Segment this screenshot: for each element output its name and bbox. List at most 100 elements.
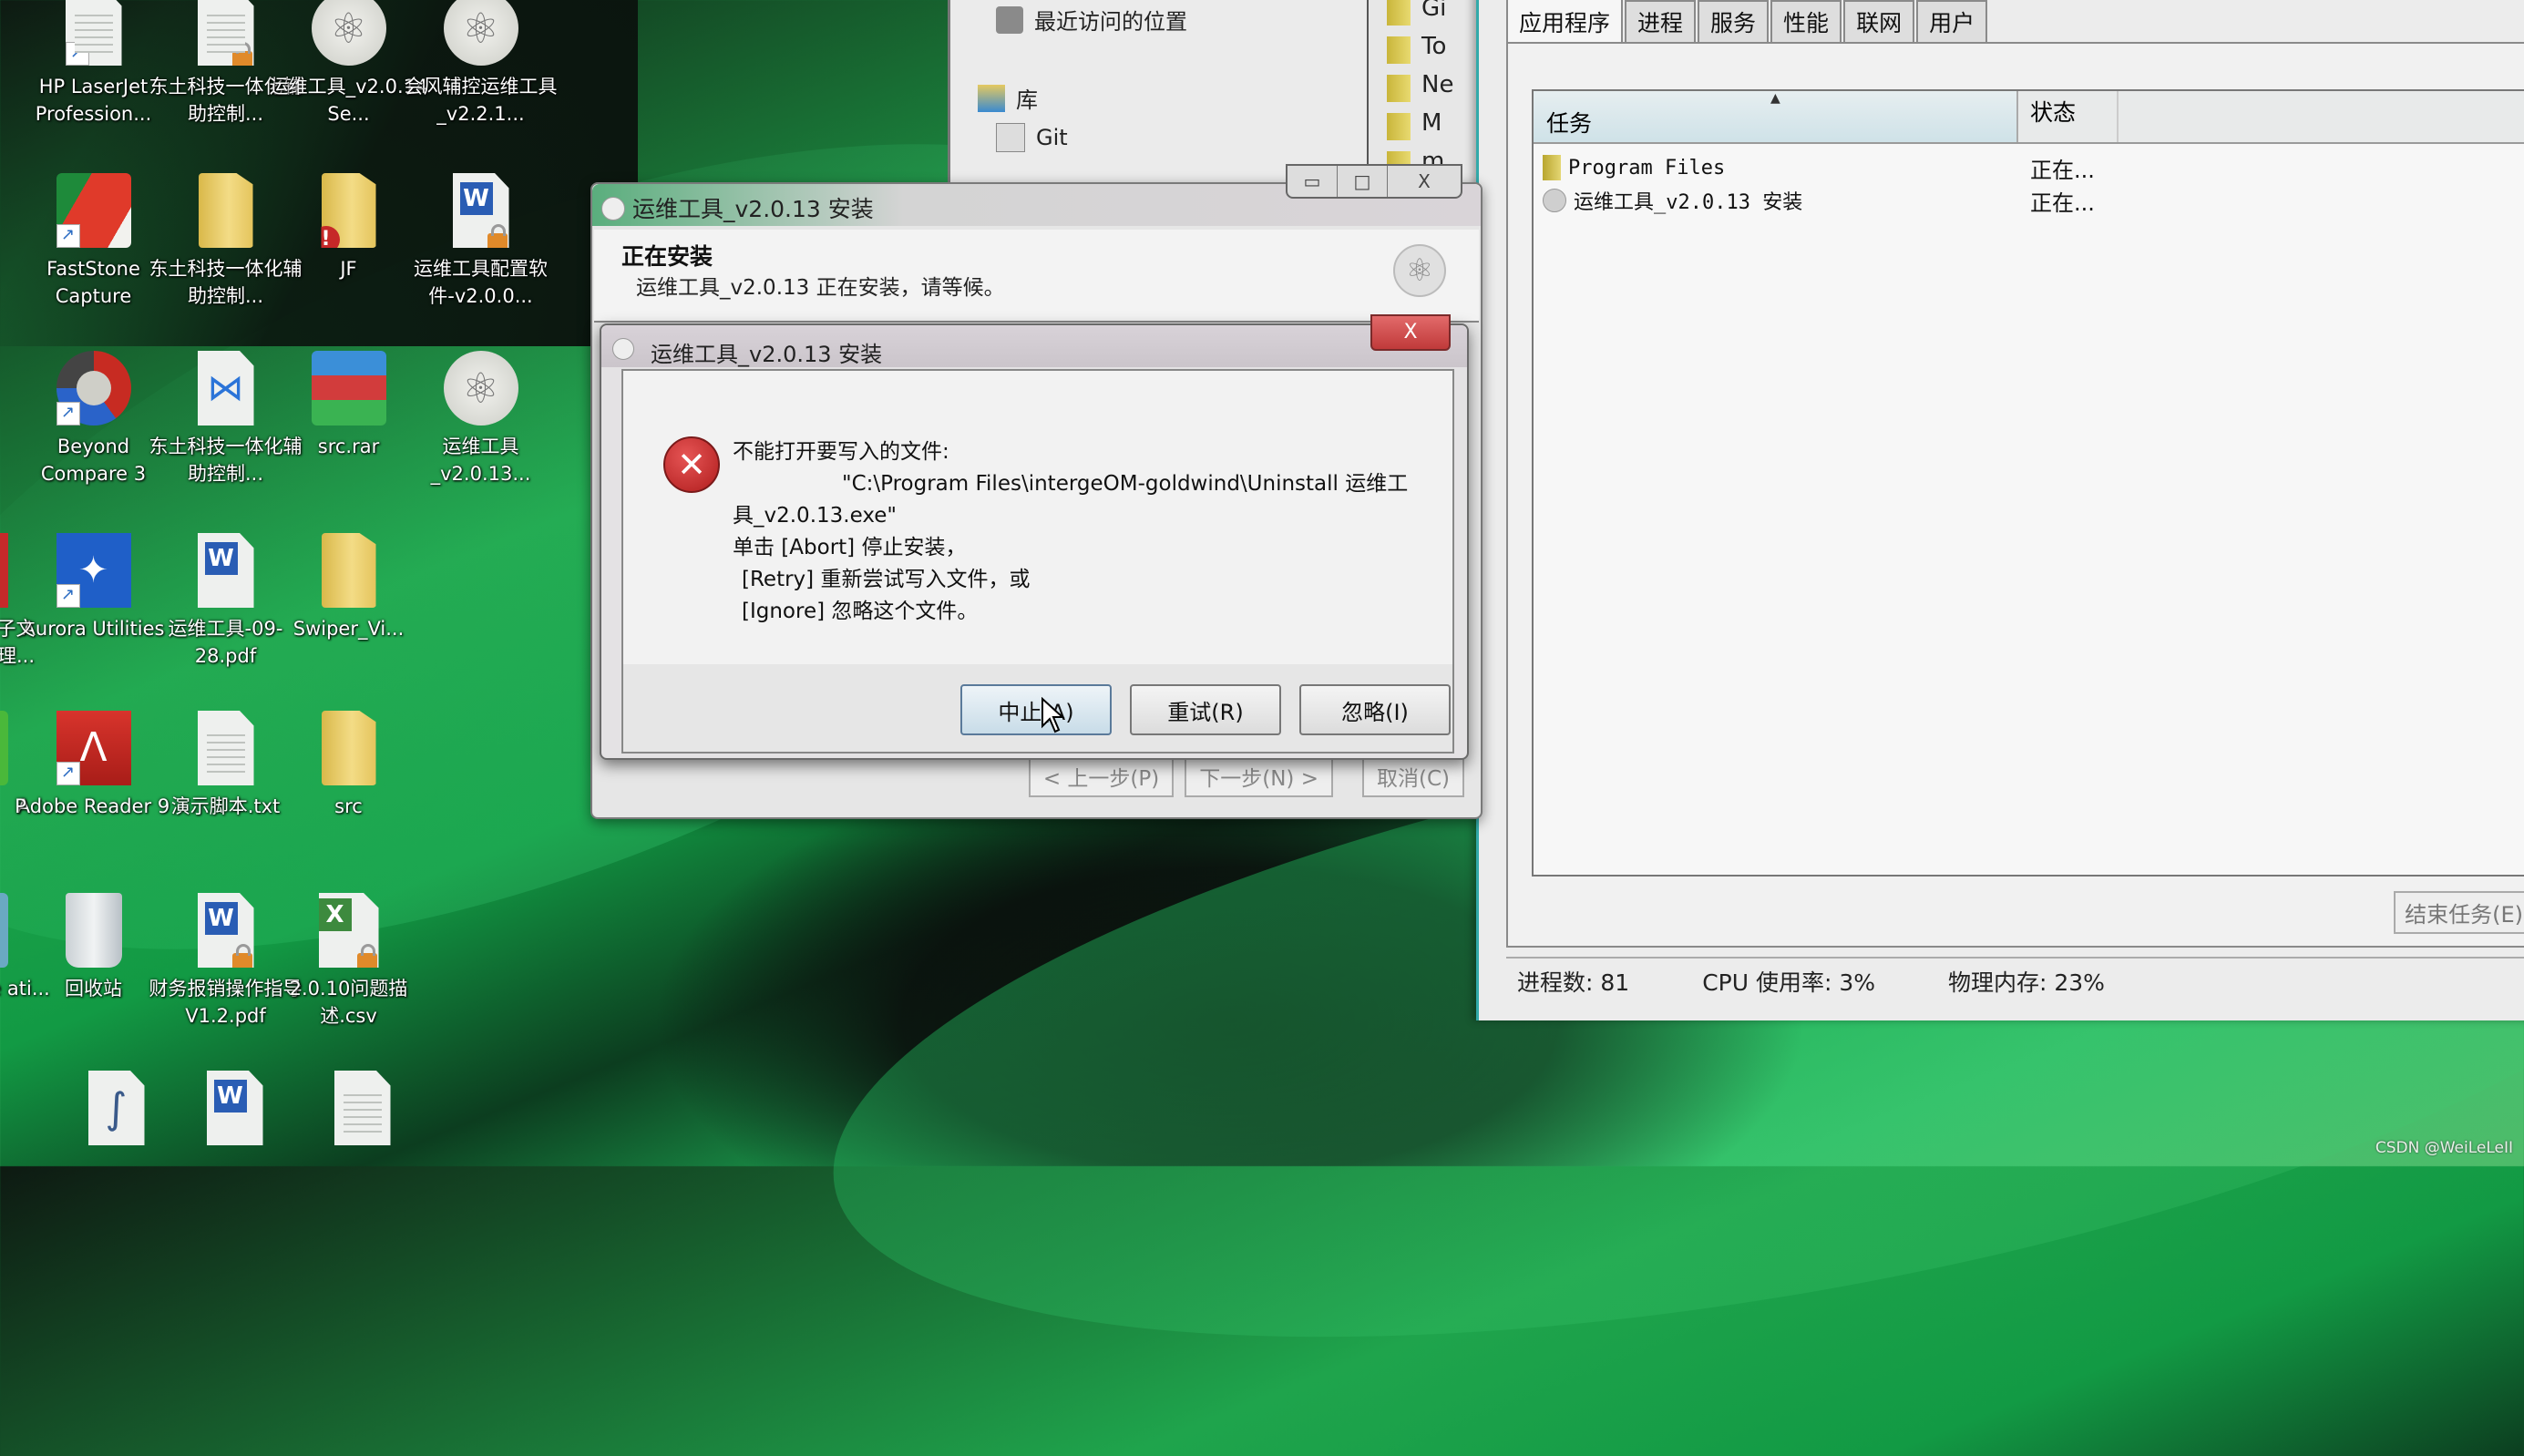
installer-nav: < 上一步(P) 下一步(N) > 取消(C) (1028, 755, 1464, 797)
task-manager-window: 应用程序 进程 服务 性能 联网 用户 ▲ 任务 状态 Program File… (1476, 0, 2524, 1020)
folder-name[interactable]: Gi (1421, 0, 1446, 22)
error-dialog-title-bar[interactable]: 运维工具_v2.0.13 安装 (601, 325, 1467, 367)
mouse-cursor-icon (1041, 696, 1066, 739)
folder-name[interactable]: Ne (1421, 71, 1453, 98)
lock-icon (487, 224, 508, 248)
desktop-icon-label: src (334, 795, 363, 817)
text-file-icon (333, 1071, 391, 1145)
error-message-line: 不能打开要写入的文件: (733, 440, 949, 464)
folder-icon (1387, 0, 1411, 26)
desktop-icon-issue-csv[interactable]: 2.0.10问题描述.csv (269, 893, 428, 1030)
nav-item-git[interactable]: Git (996, 123, 1068, 152)
tab-networking[interactable]: 联网 (1843, 0, 1915, 42)
folder-name[interactable]: To (1421, 33, 1446, 60)
retry-button[interactable]: 重试(R) (1130, 684, 1281, 735)
desktop-icon-partial-left[interactable]: re ati... (0, 893, 50, 1002)
task-name: Program Files (1568, 156, 1726, 179)
desktop-icon-ops-tool-2013[interactable]: 运维工具_v2.0.13... (401, 351, 560, 487)
warning-badge-icon: ! (321, 226, 340, 248)
error-message-retry: [Retry] 重新尝试写入文件，或 (742, 568, 1031, 591)
desktop-icon-label: re ati... (0, 978, 50, 1000)
desktop-icon-ops-tool-221[interactable]: 会风辅控运维工具_v2.2.1... (401, 0, 560, 128)
end-task-button[interactable]: 结束任务(E) (2394, 891, 2524, 934)
app-icon (0, 711, 8, 785)
applications-panel: ▲ 任务 状态 Program Files 正在... 运维工具_v2.0.13… (1506, 42, 2524, 948)
error-dialog-body: ✕ 不能打开要写入的文件: "C:\Program Files\intergeO… (621, 369, 1454, 666)
locked-word-icon (197, 893, 254, 968)
desktop-icon-src[interactable]: src (269, 711, 428, 820)
tab-performance[interactable]: 性能 (1770, 0, 1842, 42)
document-icon (0, 533, 8, 608)
desktop-icon-label: P (15, 795, 26, 817)
status-bar: 进程数: 81 CPU 使用率: 3% 物理内存: 23% (1506, 957, 2524, 1004)
next-button[interactable]: 下一步(N) > (1185, 755, 1333, 797)
task-manager-tabs: 应用程序 进程 服务 性能 联网 用户 (1506, 0, 1988, 42)
tab-applications[interactable]: 应用程序 (1506, 0, 1624, 42)
installer-icon (1543, 189, 1566, 212)
dialog-app-icon (612, 338, 634, 360)
app-disc-icon (311, 0, 386, 66)
cpu-usage: CPU 使用率: 3% (1702, 969, 1875, 996)
minimize-button[interactable]: ▭ (1288, 166, 1337, 197)
lock-icon (231, 944, 252, 968)
folder-icon (1543, 155, 1561, 180)
word-file-icon (206, 1071, 263, 1145)
beyond-compare-icon: ↗ (56, 351, 131, 426)
nav-item-label: Git (1036, 125, 1068, 150)
vscode-file-icon (197, 351, 254, 426)
maximize-button[interactable]: □ (1337, 166, 1387, 197)
nav-item-label: 库 (1016, 87, 1038, 113)
error-dialog: 运维工具_v2.0.13 安装 X ✕ 不能打开要写入的文件: "C:\Prog… (600, 314, 1469, 760)
winrar-icon (311, 351, 386, 426)
error-icon: ✕ (663, 436, 720, 493)
folder-icon (1387, 113, 1411, 140)
nav-item-library[interactable]: 库 (978, 82, 1038, 114)
desktop-icon-label: Swiper_Vi... (292, 618, 405, 640)
desktop-icon-partial-left[interactable]: P (0, 711, 50, 820)
library-icon (978, 84, 1005, 112)
sort-ascending-icon: ▲ (1770, 91, 1780, 106)
nav-item-recent-places[interactable]: 最近访问的位置 (996, 4, 1187, 36)
abort-button[interactable]: 中止(A) (960, 684, 1112, 735)
back-button[interactable]: < 上一步(P) (1028, 755, 1175, 797)
task-row[interactable]: 运维工具_v2.0.13 安装 正在... (1543, 186, 2095, 216)
recent-places-icon (996, 5, 1023, 34)
task-status: 正在... (2030, 190, 2095, 216)
column-header-status[interactable]: 状态 (2030, 95, 2076, 128)
desktop-icon-label: 运维工具配置软件-v2.0.0... (414, 258, 548, 307)
ignore-button[interactable]: 忽略(I) (1299, 684, 1451, 735)
task-row[interactable]: Program Files 正在... (1543, 155, 2095, 183)
tab-users[interactable]: 用户 (1916, 0, 1988, 42)
installer-app-icon (601, 197, 625, 220)
task-name: 运维工具_v2.0.13 安装 (1574, 191, 1803, 214)
app-disc-icon (443, 0, 518, 66)
column-header-task[interactable]: ▲ 任务 (1534, 91, 2018, 142)
installer-logo-icon: ⚛ (1393, 244, 1446, 297)
folder-icon (1387, 75, 1411, 102)
installer-header-title: 正在安装 (621, 243, 713, 270)
tab-processes[interactable]: 进程 (1625, 0, 1697, 42)
shortcut-arrow-icon: ↗ (65, 42, 89, 66)
desktop-icon-ops-config[interactable]: 运维工具配置软件-v2.0.0... (401, 173, 560, 310)
close-button[interactable]: X (1387, 166, 1461, 197)
tab-services[interactable]: 服务 (1698, 0, 1770, 42)
app-icon (0, 893, 8, 968)
lock-icon (356, 944, 377, 968)
text-file-icon (197, 711, 254, 785)
desktop-icon-partial[interactable] (282, 1071, 442, 1153)
recycle-bin-icon (65, 893, 122, 968)
column-divider (2117, 91, 2119, 142)
column-label: 任务 (1546, 110, 1593, 137)
folder-name[interactable]: M (1421, 109, 1442, 137)
cancel-button[interactable]: 取消(C) (1361, 755, 1464, 797)
close-button[interactable]: X (1370, 314, 1451, 351)
faststone-icon: ↗ (56, 173, 131, 248)
desktop-icon-swiper[interactable]: Swiper_Vi... (269, 533, 428, 642)
error-message: 不能打开要写入的文件: "C:\Program Files\intergeOM-… (733, 436, 1425, 628)
error-message-abort: 单击 [Abort] 停止安装， (733, 536, 967, 559)
desktop-icon-partial-left[interactable]: 子文理... (0, 533, 50, 670)
desktop-icon-label: 运维工具_v2.0.13... (430, 436, 531, 485)
shortcut-arrow-icon: ↗ (56, 224, 80, 248)
locked-word-icon (452, 173, 509, 248)
error-dialog-footer: 中止(A) 重试(R) 忽略(I) (621, 664, 1454, 754)
